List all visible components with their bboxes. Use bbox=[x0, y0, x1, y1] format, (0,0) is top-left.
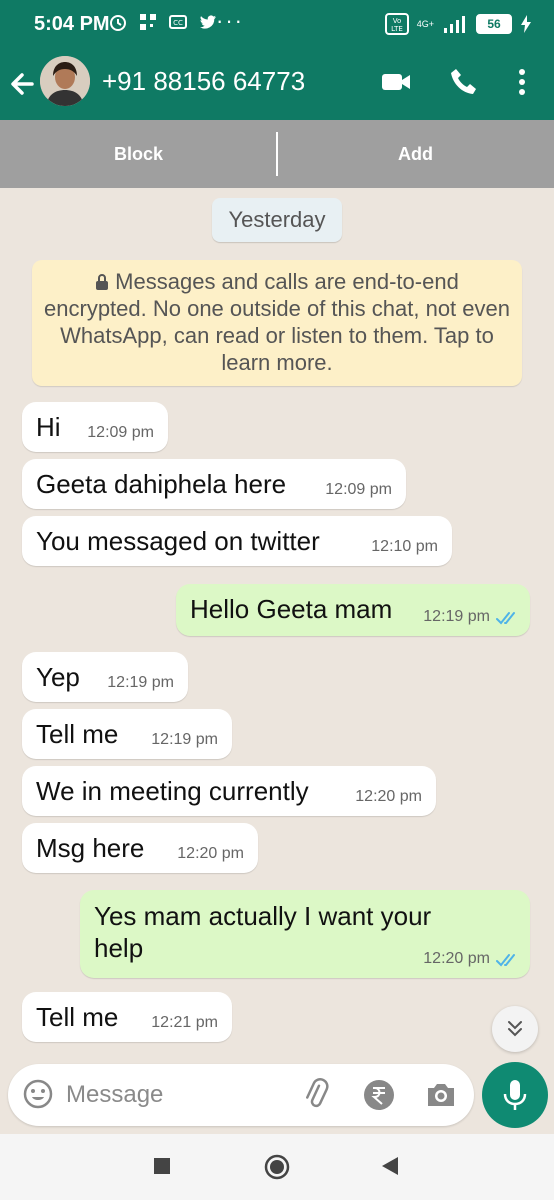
notification-icons: CC bbox=[108, 12, 218, 32]
message-text: Yes mam actually I want your help bbox=[94, 900, 431, 964]
double-check-icon bbox=[496, 954, 515, 967]
message-text: You messaged on twitter bbox=[36, 526, 320, 556]
mic-icon bbox=[503, 1080, 527, 1110]
svg-text:CC: CC bbox=[173, 19, 183, 27]
lock-icon bbox=[96, 274, 109, 290]
contact-name[interactable]: +91 88156 64773 bbox=[102, 66, 305, 97]
message-incoming[interactable]: Yep 12:19 pm bbox=[22, 652, 188, 702]
message-text: Hi bbox=[36, 412, 61, 442]
chat-area[interactable]: Yesterday Messages and calls are end-to-… bbox=[0, 188, 554, 1060]
chat-header: +91 88156 64773 bbox=[0, 48, 554, 120]
message-time: 12:20 pm bbox=[355, 788, 422, 805]
scroll-to-bottom-button[interactable] bbox=[492, 1006, 538, 1052]
add-contact-button[interactable]: Add bbox=[277, 120, 554, 188]
message-text-line: help bbox=[94, 933, 144, 963]
system-indicators: Vo LTE 4G+ 56 bbox=[384, 13, 532, 35]
phone-icon[interactable] bbox=[448, 66, 480, 98]
back-arrow-icon[interactable] bbox=[8, 66, 38, 102]
message-incoming[interactable]: Msg here 12:20 pm bbox=[22, 823, 258, 873]
message-text: Geeta dahiphela here bbox=[36, 469, 287, 499]
volte-icon: VoLTE bbox=[384, 13, 409, 35]
camera-icon[interactable] bbox=[424, 1078, 458, 1112]
status-time: 5:04 PM bbox=[34, 13, 110, 35]
message-input[interactable] bbox=[66, 1074, 286, 1116]
message-time: 12:19 pm bbox=[151, 731, 218, 748]
message-text: Hello Geeta mam bbox=[190, 594, 393, 624]
message-composer bbox=[8, 1064, 474, 1126]
message-incoming[interactable]: Hi 12:09 pm bbox=[22, 402, 168, 452]
battery-indicator: 56 bbox=[476, 14, 512, 34]
message-text-line: Yes mam actually I want your bbox=[94, 901, 432, 931]
message-text: We in meeting currently bbox=[36, 776, 309, 806]
emoji-icon[interactable] bbox=[22, 1078, 54, 1110]
double-check-icon bbox=[496, 612, 515, 625]
svg-text:LTE: LTE bbox=[391, 25, 403, 33]
recents-icon[interactable] bbox=[152, 1154, 172, 1178]
block-button[interactable]: Block bbox=[0, 120, 277, 188]
charging-icon bbox=[521, 15, 531, 33]
qr-icon bbox=[140, 14, 156, 30]
message-time: 12:09 pm bbox=[87, 424, 154, 441]
date-divider: Yesterday bbox=[212, 198, 342, 242]
message-time: 12:21 pm bbox=[151, 1014, 218, 1031]
message-time: 12:09 pm bbox=[325, 481, 392, 498]
cc-icon: CC bbox=[169, 15, 187, 29]
network-type: 4G+ bbox=[416, 18, 434, 29]
message-incoming[interactable]: Geeta dahiphela here 12:09 pm bbox=[22, 459, 406, 509]
more-options-icon[interactable] bbox=[506, 66, 538, 98]
message-outgoing[interactable]: Hello Geeta mam 12:19 pm bbox=[176, 584, 530, 636]
avatar[interactable] bbox=[40, 56, 90, 106]
message-text: Msg here bbox=[36, 833, 145, 863]
action-divider bbox=[276, 132, 278, 176]
encryption-text: Messages and calls are end-to-end encryp… bbox=[44, 269, 510, 375]
message-text: Yep bbox=[36, 662, 80, 692]
message-time: 12:10 pm bbox=[371, 538, 438, 555]
status-bar: 5:04 PM CC ··· Vo LTE 4G+ 56 bbox=[0, 0, 554, 48]
message-incoming[interactable]: You messaged on twitter 12:10 pm bbox=[22, 516, 452, 566]
message-incoming[interactable]: Tell me 12:19 pm bbox=[22, 709, 232, 759]
encryption-notice[interactable]: Messages and calls are end-to-end encryp… bbox=[32, 260, 522, 386]
back-icon[interactable] bbox=[380, 1154, 400, 1178]
message-time: 12:20 pm bbox=[177, 845, 244, 862]
message-time: 12:20 pm bbox=[423, 950, 490, 967]
alarm-icon bbox=[110, 15, 126, 31]
message-text: Tell me bbox=[36, 1002, 119, 1032]
attach-icon[interactable] bbox=[300, 1078, 334, 1112]
message-incoming[interactable]: Tell me 12:21 pm bbox=[22, 992, 232, 1042]
video-call-icon[interactable] bbox=[380, 66, 412, 98]
message-time: 12:19 pm bbox=[423, 608, 490, 625]
message-outgoing[interactable]: Yes mam actually I want your help 12:20 p… bbox=[80, 890, 530, 978]
more-notifications-icon: ··· bbox=[216, 8, 244, 33]
signal-icon bbox=[444, 16, 465, 33]
message-time: 12:19 pm bbox=[107, 674, 174, 691]
svg-text:Vo: Vo bbox=[392, 17, 401, 25]
chevrons-down-icon bbox=[508, 1021, 522, 1037]
unknown-contact-bar: Block Add bbox=[0, 120, 554, 188]
message-text: Tell me bbox=[36, 719, 119, 749]
voice-record-button[interactable] bbox=[482, 1062, 548, 1128]
rupee-icon[interactable] bbox=[362, 1078, 396, 1112]
message-incoming[interactable]: We in meeting currently 12:20 pm bbox=[22, 766, 436, 816]
home-icon[interactable] bbox=[263, 1153, 291, 1181]
system-nav-bar bbox=[0, 1134, 554, 1200]
twitter-icon bbox=[200, 15, 216, 29]
